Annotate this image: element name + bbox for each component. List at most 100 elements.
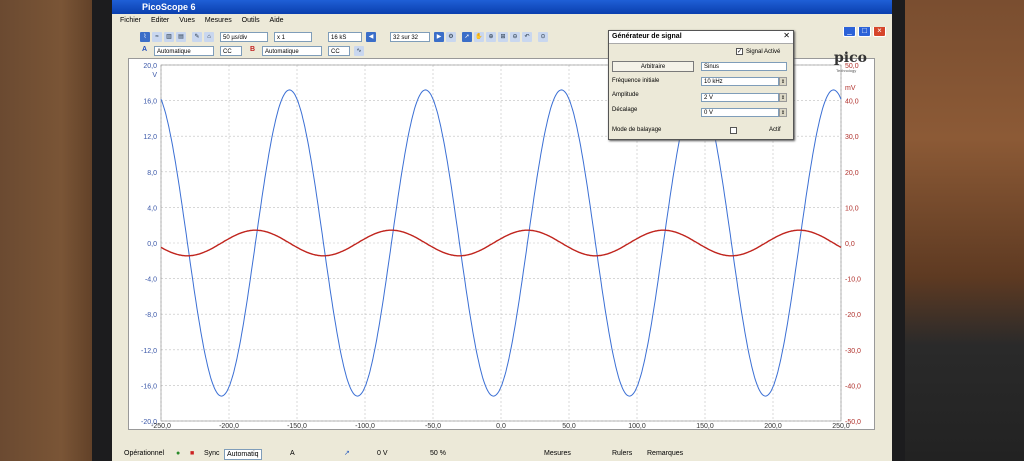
sync-mode-select[interactable]: Automatiq [224,449,262,460]
channel-b-range[interactable]: Automatique [262,46,322,56]
menu-bar: Fichier Editer Vues Mesures Outils Aide [112,14,892,27]
title-bar: PicoScope 6 [112,0,892,14]
amplitude-label: Amplitude [612,92,639,98]
zoom-box-icon[interactable]: ⊞ [498,32,508,42]
signal-active-label: Signal Activé [746,49,781,55]
y-axis-unit-left: V [152,72,157,79]
rulers-button[interactable]: Rulers [612,447,632,461]
samples-select[interactable]: 16 kS [328,32,362,42]
timebase-select[interactable]: 50 µs/div [220,32,268,42]
waveform-select[interactable]: Sinus [701,62,787,71]
x-tick-label: 150,0 [696,423,714,429]
hand-icon[interactable]: ✋ [474,32,484,42]
status-bar: Opérationnel ● ■ Sync Automatiq A ↗ 0 V … [112,447,892,461]
menu-mesures[interactable]: Mesures [205,17,232,24]
freq-input[interactable]: 10 kHz [701,77,779,86]
freq-label: Fréquence initiale [612,78,660,84]
y-tick-label-right: -30,0 [845,348,861,355]
capture-toolbar: ⌇ ≈ ▥ ▤ ✎ ⌂ 50 µs/div x 1 16 kS ◀ 32 sur… [140,31,640,44]
tools-icon[interactable]: ✎ [192,32,202,42]
freq-spinner[interactable]: ⇕ [779,77,787,86]
trigger-percent[interactable]: 50 % [430,447,446,461]
x-tick-label: 250,0 [832,423,850,429]
channel-a-label: A [142,46,148,53]
measures-button[interactable]: Mesures [544,447,571,461]
amplitude-spinner[interactable]: ⇕ [779,93,787,102]
menu-aide[interactable]: Aide [270,17,284,24]
pointer-icon[interactable]: ➚ [462,32,472,42]
channel-a-coupling[interactable]: CC [220,46,242,56]
channel-b-coupling[interactable]: CC [328,46,350,56]
signal-generator-dialog: Générateur de signal ✕ ✓ Signal Activé A… [608,30,794,140]
pico-logo-sub: Technology [836,68,857,73]
menu-outils[interactable]: Outils [242,17,260,24]
y-tick-label-left: -16,0 [141,383,157,390]
y-tick-label-right: 0,0 [845,241,855,248]
y-tick-label-left: 4,0 [147,205,157,212]
offset-label: Décalage [612,107,638,113]
amplitude-input[interactable]: 2 V [701,93,779,102]
y-tick-label-right: 20,0 [845,170,859,177]
menu-fichier[interactable]: Fichier [120,17,141,24]
offset-spinner[interactable]: ⇕ [779,108,787,117]
settings-icon[interactable]: ⚙ [446,32,456,42]
picoscope-window: PicoScope 6 _ □ × Fichier Editer Vues Mesu… [112,0,892,461]
menu-vues[interactable]: Vues [179,17,195,24]
undo-zoom-icon[interactable]: ↶ [522,32,532,42]
trigger-level[interactable]: 0 V [377,447,388,461]
background-desk [905,0,1024,461]
y-tick-label-left: 20,0 [143,63,157,70]
fit-zoom-icon[interactable]: ⊙ [538,32,548,42]
x-tick-label: 100,0 [628,423,646,429]
signal-active-checkbox[interactable]: ✓ [736,48,743,55]
menu-editer[interactable]: Editer [151,17,169,24]
scope-mode-icon[interactable]: ⌇ [140,32,150,42]
y-tick-label-left: -8,0 [145,312,157,319]
arbitrary-button[interactable]: Arbitraire [612,61,694,72]
channel-b-label: B [250,46,256,53]
y-tick-label-right: 30,0 [845,134,859,141]
run-icon[interactable]: ● [176,447,180,461]
dialog-close-icon[interactable]: ✕ [783,31,790,40]
x-tick-label: 200,0 [764,423,782,429]
sweep-mode-label: Mode de balayage [612,127,662,133]
x-tick-label: -200,0 [219,423,239,429]
y-tick-label-left: 8,0 [147,170,157,177]
status-mode: Opérationnel [124,450,165,457]
sweep-checkbox[interactable] [730,127,737,134]
y-tick-label-right: -40,0 [845,383,861,390]
x-tick-label: -250,0 [151,423,171,429]
channel-toolbar: A Automatique CC B Automatique CC ∿ [140,45,640,58]
notes-button[interactable]: Remarques [647,447,683,461]
persistence-icon[interactable]: ≈ [152,32,162,42]
x-tick-label: 50,0 [562,423,576,429]
zoom-in-icon[interactable]: ⊕ [486,32,496,42]
y-tick-label-left: 16,0 [143,99,157,106]
y-axis-unit-right: mV [845,85,856,92]
window-title: PicoScope 6 [142,2,196,12]
home-icon[interactable]: ⌂ [204,32,214,42]
channels-icon[interactable]: ▤ [176,32,186,42]
probe-icon[interactable]: ∿ [354,46,364,56]
x-tick-label: -50,0 [425,423,441,429]
y-tick-label-right: 40,0 [845,99,859,106]
x-tick-label: -150,0 [287,423,307,429]
y-tick-label-right: 10,0 [845,205,859,212]
trigger-channel[interactable]: A [290,447,295,461]
x-tick-label: -100,0 [355,423,375,429]
y-tick-label-right: -10,0 [845,277,861,284]
first-capture-icon[interactable]: ◀ [366,32,376,42]
spectrum-icon[interactable]: ▥ [164,32,174,42]
trigger-edge-icon[interactable]: ↗ [344,447,350,461]
zoom-select[interactable]: x 1 [274,32,312,42]
next-capture-icon[interactable]: ▶ [434,32,444,42]
offset-input[interactable]: 0 V [701,108,779,117]
y-tick-label-left: 0,0 [147,241,157,248]
y-tick-label-left: 12,0 [143,134,157,141]
y-tick-label-right: -20,0 [845,312,861,319]
pico-logo: pico [834,50,867,66]
channel-a-range[interactable]: Automatique [154,46,214,56]
zoom-out-icon[interactable]: ⊖ [510,32,520,42]
sweep-state-label: Actif [769,127,781,133]
stop-icon[interactable]: ■ [190,447,194,461]
